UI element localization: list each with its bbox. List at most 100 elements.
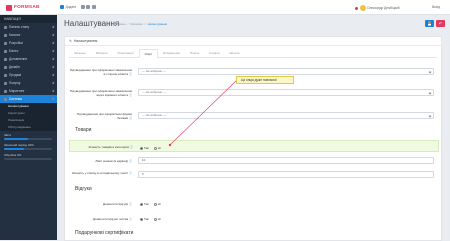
radio-dot <box>153 217 157 221</box>
radio-label: Так <box>144 202 149 206</box>
stat-label: Обробка 0% <box>4 153 22 157</box>
select-value: --- Не вибрано --- <box>142 113 166 117</box>
breadcrumb-stores[interactable]: Магазини <box>130 22 142 26</box>
discount-limit-input[interactable]: 10 <box>138 157 434 164</box>
radio-yes[interactable]: Так <box>140 217 149 221</box>
sidebar-stat: Обробка 0% <box>0 153 57 161</box>
logo-mark-icon <box>6 4 12 11</box>
confirm-star-customer-select[interactable]: --- Не вибрано --- <box>138 89 434 96</box>
breadcrumb-current[interactable]: Налаштування <box>148 22 167 26</box>
page-title: Налаштування <box>64 19 120 28</box>
radio-dot <box>153 146 157 150</box>
tooltip-text: Ця опція дуже повільна! <box>241 78 277 82</box>
field-allow-reviews: Дозволити відгуки ⓘ <box>69 202 439 206</box>
stat-label: Звіти <box>4 133 12 137</box>
avatar[interactable] <box>359 5 366 11</box>
field-label: Кількість у списку в оглядальному тексті <box>71 171 129 175</box>
logout-label[interactable]: Вихід <box>432 5 440 9</box>
notification-badge[interactable] <box>355 6 358 10</box>
sidebar-item[interactable]: Каталог <box>0 31 57 39</box>
sidebar-item[interactable]: Дизайн <box>0 63 57 71</box>
brand-logo[interactable]: FORMSAB <box>6 4 40 11</box>
tab[interactable]: Зображення <box>158 49 185 57</box>
stat-bar <box>4 158 52 160</box>
cart-icon[interactable] <box>80 5 85 9</box>
user-name[interactable]: Олександр Дембіцкий <box>367 6 400 10</box>
radio-label: Ні <box>157 146 161 150</box>
sidebar-item[interactable]: Продажі <box>0 71 57 79</box>
product-count-radios: Так Ні <box>140 146 161 150</box>
section-vouchers: Подарункові сертифікати <box>75 230 134 236</box>
chevron-icon <box>51 57 55 61</box>
stat-label: Захисний період 42% <box>4 143 34 147</box>
nav-icon <box>4 57 7 61</box>
radio-no[interactable]: Ні <box>153 202 161 206</box>
radio-label: Так <box>144 217 149 221</box>
tab[interactable]: Локалізація <box>112 49 138 57</box>
nav-icon <box>4 73 7 77</box>
tab[interactable]: Сервер <box>204 49 224 57</box>
help-icon: ⓘ <box>128 217 132 221</box>
sidebar-subitem[interactable]: Користувачі <box>0 110 57 117</box>
tab[interactable]: Пошта <box>185 49 204 57</box>
sidebar-item[interactable]: Маркетинг <box>0 87 57 95</box>
radio-no[interactable]: Ні <box>153 217 161 221</box>
help-icon: ⓘ <box>128 159 132 163</box>
tab[interactable]: Загальні <box>69 49 91 57</box>
sidebar-subitem[interactable]: Обслуговування <box>0 124 57 131</box>
chevron-icon <box>51 65 55 69</box>
user-icon[interactable] <box>86 5 91 9</box>
stat-bar-fill <box>4 148 25 150</box>
cancel-button[interactable]: ↶ <box>436 20 445 27</box>
save-button[interactable]: 💾 <box>425 20 434 27</box>
sidebar-item[interactable]: Покупці <box>0 79 57 87</box>
user-menu[interactable]: Олександр Дембіцкий <box>355 5 400 11</box>
sidebar-stat: Звіти <box>0 133 57 141</box>
panel-heading-label: Налаштування <box>73 39 98 43</box>
tab[interactable]: Опції <box>138 49 158 58</box>
stat-bar <box>4 138 52 140</box>
radio-dot <box>153 202 157 206</box>
breadcrumb-home[interactable]: Головна <box>115 22 126 26</box>
chevron-icon <box>51 97 55 101</box>
radio-label: Ні <box>157 217 161 221</box>
top-nav-add[interactable]: Додати <box>66 5 77 9</box>
sidebar-item[interactable]: Бізнес <box>0 47 57 55</box>
confirm-security-select[interactable]: --- Не вибрано --- <box>138 112 434 119</box>
chart-icon[interactable] <box>91 5 96 9</box>
chevron-down-icon <box>428 70 432 73</box>
field-label: Підтвердження при оформленні замовлення … <box>69 89 132 97</box>
breadcrumb: Головна / Магазини / Налаштування <box>115 22 167 26</box>
stat-bar-fill <box>4 138 28 140</box>
sidebar-subitem[interactable]: Налаштування <box>0 103 57 110</box>
confirm-customer-select[interactable]: --- Не вибрано --- <box>138 68 434 75</box>
top-bar: FORMSAB Додати Олександр Дембіцкий Вихід <box>0 0 450 15</box>
plus-icon[interactable] <box>60 5 64 9</box>
sidebar-item[interactable]: Розробки <box>0 39 57 47</box>
nav-icon <box>4 41 7 45</box>
logout-link[interactable]: Вихід <box>432 5 440 9</box>
nav-icon <box>4 25 7 29</box>
field-label: Дозволити відгуки гостям <box>92 217 129 221</box>
sidebar-subitem[interactable]: Локалізація <box>0 117 57 124</box>
field-label: Підтвердження при оформленні замовлення … <box>69 68 132 76</box>
chevron-icon <box>51 89 55 93</box>
sidebar-item[interactable]: Система <box>0 95 57 103</box>
sidebar-item-label: Розробки <box>9 41 23 45</box>
radio-no[interactable]: Ні <box>153 146 161 150</box>
tab[interactable]: Магазин <box>91 49 113 57</box>
brand-name: FORMSAB <box>14 5 40 10</box>
tooltip-note: Ця опція дуже повільна! <box>236 76 294 84</box>
tab[interactable]: Шлюзи <box>225 49 245 57</box>
field-label: Підтвердження при оформленні форми безпе… <box>76 112 132 120</box>
radio-yes[interactable]: Так <box>140 202 149 206</box>
field-product-count: Кількість товарів в категоріях ⓘ <box>69 140 439 152</box>
radio-yes[interactable]: Так <box>140 146 149 150</box>
sidebar-item[interactable]: Доповнення <box>0 55 57 63</box>
stat-bar <box>4 148 52 150</box>
sidebar-item-label: Покупці <box>9 81 21 85</box>
radio-dot <box>140 217 143 221</box>
sidebar-item[interactable]: Панель стану <box>0 23 57 31</box>
sidebar-item-label: Маркетинг <box>9 89 25 93</box>
list-count-input[interactable]: 5 <box>138 171 434 178</box>
